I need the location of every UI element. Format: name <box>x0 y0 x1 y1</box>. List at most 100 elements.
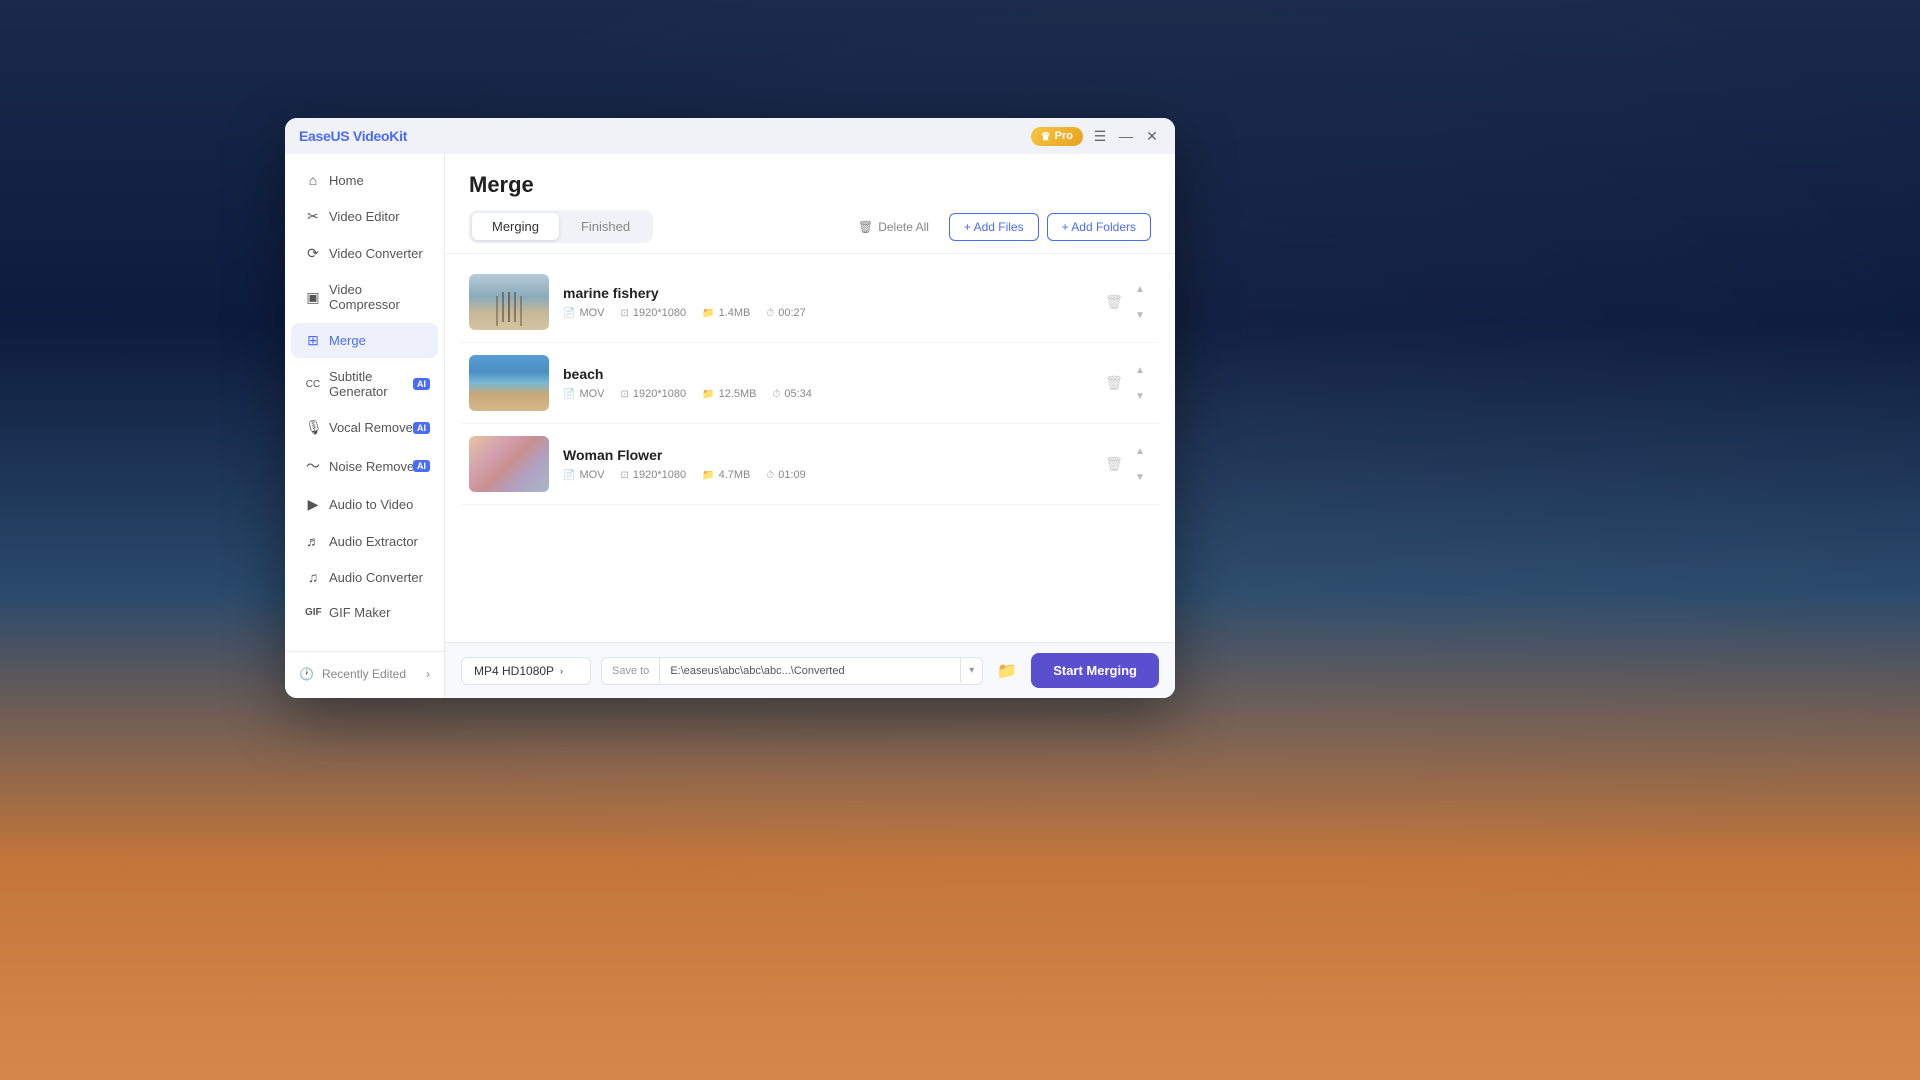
save-path-value: E:\easeus\abc\abc\abc...\Converted <box>660 658 960 684</box>
gif-maker-icon: GIF <box>305 607 321 618</box>
close-button[interactable]: ✕ <box>1143 127 1161 145</box>
sidebar-item-audio-extractor[interactable]: ♬ Audio Extractor <box>291 524 438 558</box>
main-header: Merge Merging Finished 🗑 Delete All + Ad… <box>445 154 1175 254</box>
resolution-icon: ⊡ <box>621 308 629 319</box>
sidebar-item-label: Video Converter <box>329 246 423 261</box>
sidebar-item-label: Subtitle Generator <box>329 369 424 399</box>
move-up-button[interactable]: ▲ <box>1129 359 1151 381</box>
file-icon: 📄 <box>563 308 575 319</box>
file-format: 📄 MOV <box>563 469 605 481</box>
sidebar-item-label: Audio Converter <box>329 570 423 585</box>
size-icon: 📁 <box>702 470 714 481</box>
sidebar-item-gif-maker[interactable]: GIF GIF Maker <box>291 596 438 629</box>
table-row: beach 📄 MOV ⊡ 1920*1080 📁 <box>461 343 1159 424</box>
file-icon: 📄 <box>563 389 575 400</box>
recently-edited-label: Recently Edited <box>322 667 406 681</box>
sidebar-item-noise-remover[interactable]: 〜 Noise Remover AI <box>291 447 438 485</box>
delete-all-button[interactable]: 🗑 Delete All <box>846 214 941 240</box>
sidebar-item-audio-to-video[interactable]: ▶ Audio to Video <box>291 487 438 522</box>
file-thumbnail <box>469 436 549 492</box>
header-actions: 🗑 Delete All + Add Files + Add Folders <box>846 213 1151 241</box>
trash-icon: 🗑 <box>858 220 873 234</box>
file-duration: ⏱ 00:27 <box>766 307 805 319</box>
file-info: marine fishery 📄 MOV ⊡ 1920*1080 <box>563 285 1121 319</box>
file-delete-button[interactable]: 🗑 <box>1105 456 1123 473</box>
clock-icon: 🕐 <box>299 667 314 681</box>
sidebar-item-label: Merge <box>329 333 366 348</box>
file-meta: 📄 MOV ⊡ 1920*1080 📁 1.4MB <box>563 307 1121 319</box>
sidebar-item-merge[interactable]: ⊞ Merge <box>291 323 438 358</box>
file-meta: 📄 MOV ⊡ 1920*1080 📁 4.7MB <box>563 469 1121 481</box>
move-down-button[interactable]: ▼ <box>1129 385 1151 407</box>
sidebar-item-subtitle-generator[interactable]: CC Subtitle Generator AI <box>291 360 438 408</box>
header-row: Merging Finished 🗑 Delete All + Add File… <box>469 210 1151 243</box>
sidebar-item-video-compressor[interactable]: ▣ Video Compressor <box>291 273 438 321</box>
start-merging-button[interactable]: Start Merging <box>1031 653 1159 688</box>
file-size: 📁 1.4MB <box>702 307 750 319</box>
pro-badge[interactable]: ♛ Pro <box>1031 127 1083 146</box>
duration-icon: ⏱ <box>766 308 774 319</box>
file-resolution: ⊡ 1920*1080 <box>621 388 687 400</box>
video-compressor-icon: ▣ <box>305 289 321 306</box>
table-row: Woman Flower 📄 MOV ⊡ 1920*1080 <box>461 424 1159 505</box>
app-body: ⌂ Home ✂ Video Editor ⟳ Video Converter … <box>285 154 1175 698</box>
move-up-button[interactable]: ▲ <box>1129 278 1151 300</box>
sidebar-item-home[interactable]: ⌂ Home <box>291 163 438 197</box>
tab-finished[interactable]: Finished <box>561 213 650 240</box>
page-title: Merge <box>469 172 1151 198</box>
recently-edited-item[interactable]: 🕐 Recently Edited › <box>285 658 444 690</box>
tab-merging[interactable]: Merging <box>472 213 559 240</box>
menu-button[interactable]: ☰ <box>1091 127 1109 145</box>
file-duration: ⏱ 05:34 <box>773 388 812 400</box>
browse-folder-button[interactable]: 📁 <box>993 657 1021 685</box>
crown-icon: ♛ <box>1041 130 1051 143</box>
sidebar-item-label: Audio Extractor <box>329 534 418 549</box>
home-icon: ⌂ <box>305 172 321 188</box>
sidebar-item-label: Video Editor <box>329 209 400 224</box>
move-down-button[interactable]: ▼ <box>1129 466 1151 488</box>
move-down-button[interactable]: ▼ <box>1129 304 1151 326</box>
chevron-right-icon: › <box>426 667 430 681</box>
ai-badge: AI <box>413 378 430 390</box>
table-row: marine fishery 📄 MOV ⊡ 1920*1080 <box>461 262 1159 343</box>
vocal-remover-icon: 🎙 <box>305 419 321 436</box>
sidebar-item-label: Vocal Remover <box>329 420 417 435</box>
file-order-controls: ▲ ▼ <box>1129 359 1151 407</box>
file-size: 📁 4.7MB <box>702 469 750 481</box>
minimize-button[interactable]: — <box>1117 127 1135 145</box>
format-value: MP4 HD1080P <box>474 664 554 678</box>
file-delete-button[interactable]: 🗑 <box>1105 375 1123 392</box>
size-icon: 📁 <box>702 308 714 319</box>
resolution-icon: ⊡ <box>621 389 629 400</box>
file-name: Woman Flower <box>563 447 1121 463</box>
file-icon: 📄 <box>563 470 575 481</box>
sidebar-item-vocal-remover[interactable]: 🎙 Vocal Remover AI <box>291 410 438 445</box>
sidebar-item-audio-converter[interactable]: ♫ Audio Converter <box>291 560 438 594</box>
footer-bar: MP4 HD1080P › Save to E:\easeus\abc\abc\… <box>445 642 1175 698</box>
save-dropdown-button[interactable]: ▾ <box>960 658 982 683</box>
file-format: 📄 MOV <box>563 307 605 319</box>
sidebar-item-video-converter[interactable]: ⟳ Video Converter <box>291 236 438 271</box>
pro-label: Pro <box>1055 130 1073 142</box>
ai-badge: AI <box>413 422 430 434</box>
file-delete-button[interactable]: 🗑 <box>1105 294 1123 311</box>
format-selector[interactable]: MP4 HD1080P › <box>461 657 591 685</box>
sidebar: ⌂ Home ✂ Video Editor ⟳ Video Converter … <box>285 154 445 698</box>
audio-extractor-icon: ♬ <box>305 533 321 549</box>
sidebar-item-label: Video Compressor <box>329 282 424 312</box>
sidebar-item-label: Audio to Video <box>329 497 413 512</box>
save-to-label: Save to <box>602 658 660 684</box>
add-files-button[interactable]: + Add Files <box>949 213 1039 241</box>
file-order-controls: ▲ ▼ <box>1129 440 1151 488</box>
ai-badge: AI <box>413 460 430 472</box>
file-resolution: ⊡ 1920*1080 <box>621 469 687 481</box>
add-folders-button[interactable]: + Add Folders <box>1047 213 1151 241</box>
app-logo: EaseUS VideoKit <box>299 128 407 144</box>
move-up-button[interactable]: ▲ <box>1129 440 1151 462</box>
title-bar-controls: ♛ Pro ☰ — ✕ <box>1031 127 1161 146</box>
sidebar-item-video-editor[interactable]: ✂ Video Editor <box>291 199 438 234</box>
file-duration: ⏱ 01:09 <box>766 469 805 481</box>
chevron-right-icon: › <box>560 666 563 676</box>
file-info: beach 📄 MOV ⊡ 1920*1080 📁 <box>563 366 1121 400</box>
file-meta: 📄 MOV ⊡ 1920*1080 📁 12.5MB <box>563 388 1121 400</box>
